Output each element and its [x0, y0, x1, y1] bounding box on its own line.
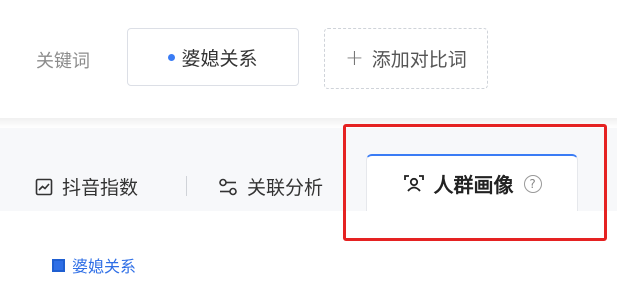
- section-shadow: [0, 118, 617, 128]
- legend-square-icon: [52, 258, 65, 272]
- tab-douyin-index[interactable]: 抖音指数: [35, 173, 138, 200]
- tab-crowd-portrait[interactable]: 人群画像 ?: [366, 154, 578, 211]
- tab-label: 人群画像: [433, 173, 514, 197]
- link-analysis-icon: [218, 178, 238, 196]
- help-icon[interactable]: ?: [523, 174, 542, 193]
- tab-divider: [186, 176, 187, 196]
- tab-label: 关联分析: [247, 177, 324, 199]
- keyword-label: 关键词: [36, 51, 90, 72]
- crowd-portrait-icon: [403, 174, 425, 194]
- keyword-section: 关键词 婆媳关系 + 添加对比词: [0, 0, 617, 122]
- add-compare-button[interactable]: + 添加对比词: [324, 28, 488, 89]
- tab-label: 抖音指数: [62, 177, 139, 199]
- plus-icon: +: [345, 46, 364, 71]
- add-compare-label: 添加对比词: [371, 49, 467, 71]
- keyword-chip-text: 婆媳关系: [181, 47, 258, 70]
- keyword-chip[interactable]: 婆媳关系: [127, 28, 299, 86]
- tab-related-analysis[interactable]: 关联分析: [218, 173, 323, 200]
- legend-item[interactable]: 婆媳关系: [52, 253, 136, 277]
- trend-chart-icon: [35, 178, 53, 196]
- legend-label: 婆媳关系: [72, 257, 137, 276]
- keyword-color-dot: [168, 53, 176, 61]
